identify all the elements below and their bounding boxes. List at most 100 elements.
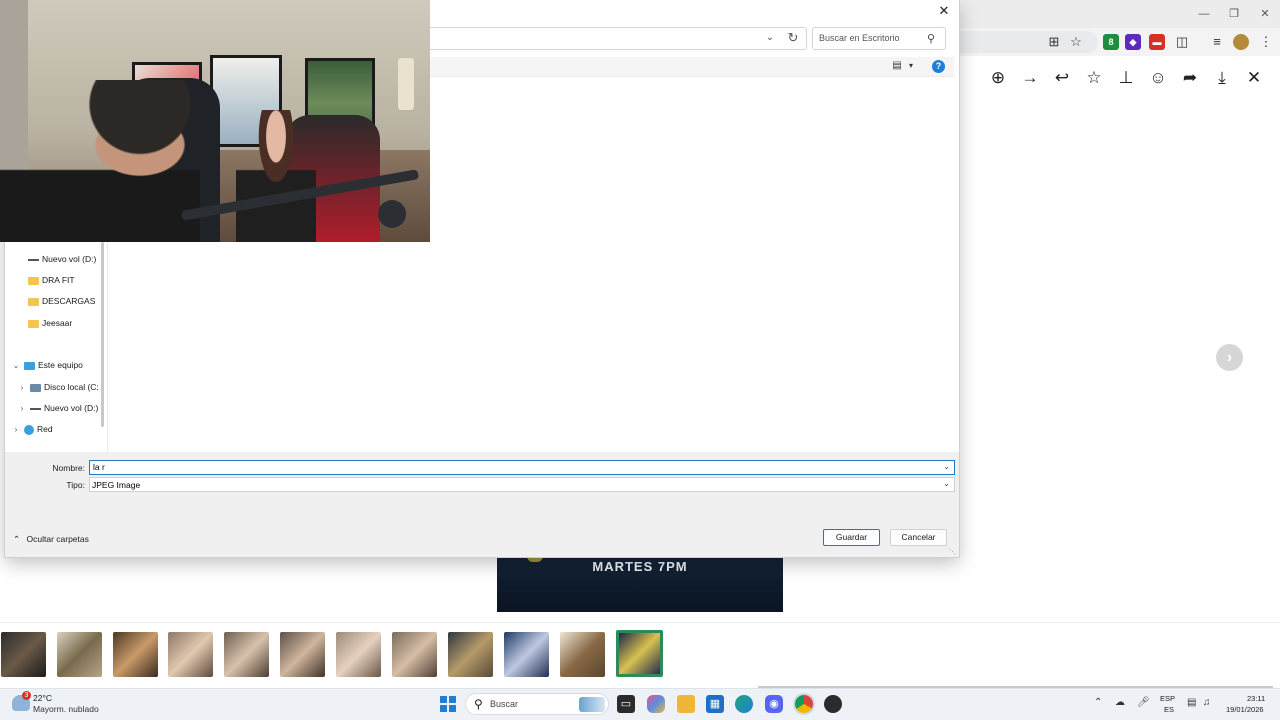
- save-button[interactable]: Guardar: [823, 529, 880, 546]
- dialog-close-icon[interactable]: ✕: [936, 2, 952, 20]
- chrome-icon[interactable]: [795, 695, 813, 713]
- zoom-in-icon[interactable]: ⊕: [988, 68, 1008, 88]
- folder-icon: [28, 319, 39, 328]
- nav-item-label: Disco local (C:: [44, 382, 99, 392]
- nav-item-nuevo-vol-d[interactable]: › Nuevo vol (D:): [18, 400, 99, 417]
- search-icon: ⚲: [474, 697, 483, 711]
- microphone-icon[interactable]: 🎤︎: [1137, 697, 1150, 708]
- chevron-down-icon[interactable]: ⌄: [943, 462, 950, 471]
- nav-item-label: Nuevo vol (D:): [44, 403, 99, 413]
- window-close-icon[interactable]: ✕: [1257, 6, 1273, 22]
- thumbnail[interactable]: [560, 632, 605, 677]
- pane-divider[interactable]: [107, 242, 108, 452]
- emoji-icon[interactable]: ☺: [1148, 68, 1168, 88]
- windows-taskbar: [0, 688, 1280, 720]
- copilot-icon[interactable]: [647, 695, 665, 713]
- close-icon[interactable]: ✕: [1244, 68, 1264, 88]
- thumbnail[interactable]: [392, 632, 437, 677]
- thumbnail-selected[interactable]: [616, 630, 663, 677]
- discord-icon[interactable]: ◉: [765, 695, 783, 713]
- resize-grip-icon[interactable]: ⋱: [949, 548, 957, 556]
- more-menu-icon[interactable]: ⋮: [1258, 34, 1274, 50]
- nav-item-red[interactable]: › Red: [12, 421, 53, 437]
- volume-icon[interactable]: ♫: [1203, 697, 1211, 708]
- nav-item-disco-local[interactable]: › Disco local (C:: [18, 379, 99, 395]
- chevron-up-icon: ⌃: [13, 534, 21, 544]
- clock-time[interactable]: 23:11: [1247, 694, 1265, 703]
- filetype-select[interactable]: JPEG Image ⌄: [89, 477, 955, 492]
- thumbnail[interactable]: [113, 632, 158, 677]
- network-icon[interactable]: ▤: [1187, 697, 1196, 708]
- filename-value: la r: [93, 462, 105, 472]
- chevron-down-icon[interactable]: ⌄: [943, 479, 950, 488]
- hide-folders-label: Ocultar carpetas: [26, 534, 89, 544]
- nav-item-descargas[interactable]: DESCARGAS: [28, 293, 95, 309]
- next-image-arrow-icon[interactable]: ›: [1216, 344, 1243, 371]
- dialog-command-bar: [425, 57, 954, 77]
- refresh-icon[interactable]: ↻: [785, 30, 801, 46]
- wall-phone: [398, 58, 414, 110]
- keyboard-layout[interactable]: ES: [1164, 705, 1174, 714]
- thumbnail[interactable]: [336, 632, 381, 677]
- folder-icon: [28, 297, 39, 306]
- pin-icon[interactable]: ⊥: [1116, 68, 1136, 88]
- view-dropdown-icon[interactable]: ▾: [906, 60, 916, 72]
- tab-search-icon[interactable]: ≡: [1209, 34, 1225, 50]
- taskbar-search-input[interactable]: ⚲ Buscar: [465, 693, 609, 715]
- view-options-icon[interactable]: ▤: [891, 60, 903, 72]
- cancel-button[interactable]: Cancelar: [890, 529, 947, 546]
- reply-icon[interactable]: ↩: [1052, 68, 1072, 88]
- clock-date[interactable]: 19/01/2026: [1226, 705, 1264, 714]
- help-icon[interactable]: ?: [932, 60, 945, 73]
- filename-input[interactable]: la r ⌄: [89, 460, 955, 475]
- extensions-puzzle-icon[interactable]: ◫: [1174, 34, 1190, 50]
- chevron-right-icon[interactable]: ›: [18, 380, 26, 396]
- minimize-icon[interactable]: —: [1196, 6, 1212, 22]
- chevron-down-icon[interactable]: ⌄: [763, 31, 777, 45]
- chevron-right-icon[interactable]: ›: [18, 401, 26, 417]
- tray-overflow-icon[interactable]: ⌃: [1094, 697, 1102, 708]
- thumbnail[interactable]: [504, 632, 549, 677]
- thumbnail[interactable]: [448, 632, 493, 677]
- extension-shield-icon[interactable]: ◆: [1125, 34, 1141, 50]
- install-icon[interactable]: ⊞: [1046, 34, 1062, 50]
- nav-item-jeesaar[interactable]: Jeesaar: [28, 315, 72, 331]
- nav-item-dra-fit[interactable]: DRA FIT: [28, 272, 75, 288]
- nav-scrollbar[interactable]: [101, 242, 104, 427]
- thumbnail[interactable]: [224, 632, 269, 677]
- weather-temperature[interactable]: 22°C: [33, 693, 52, 703]
- extension-red-icon[interactable]: ▬: [1149, 34, 1165, 50]
- tray-app-icon[interactable]: ☁: [1115, 697, 1125, 708]
- nav-item-este-equipo[interactable]: ⌄ Este equipo: [12, 357, 83, 373]
- file-explorer-icon[interactable]: [677, 695, 695, 713]
- nav-item-nuevo-vol[interactable]: Nuevo vol (D:): [28, 251, 96, 267]
- bookmark-star-icon[interactable]: ☆: [1068, 34, 1084, 50]
- input-language[interactable]: ESP: [1160, 694, 1175, 703]
- share-icon[interactable]: ➦: [1180, 68, 1200, 88]
- chevron-right-icon[interactable]: ›: [12, 422, 20, 438]
- download-icon[interactable]: ⤓: [1212, 68, 1232, 88]
- forward-icon[interactable]: →: [1020, 68, 1040, 88]
- chevron-down-icon[interactable]: ⌄: [12, 358, 20, 374]
- extension-green-icon[interactable]: 8: [1103, 34, 1119, 50]
- guest-person: [236, 110, 316, 242]
- thumbnail[interactable]: [168, 632, 213, 677]
- store-icon[interactable]: ▦: [706, 695, 724, 713]
- profile-avatar[interactable]: [1233, 34, 1249, 50]
- dialog-address-bar[interactable]: [425, 27, 807, 50]
- start-button[interactable]: [440, 696, 456, 712]
- dialog-search-input[interactable]: Buscar en Escritorio ⚲: [812, 27, 946, 50]
- star-icon[interactable]: ☆: [1084, 68, 1104, 88]
- weather-description[interactable]: Mayorm. nublado: [33, 704, 99, 714]
- app-with-badge-icon[interactable]: [824, 695, 842, 713]
- nav-item-label: Red: [37, 424, 53, 434]
- restore-icon[interactable]: ❐: [1226, 6, 1242, 22]
- thumbnail[interactable]: [1, 632, 46, 677]
- search-icon: ⚲: [927, 33, 936, 45]
- type-label: Tipo:: [66, 480, 85, 490]
- task-view-icon[interactable]: ▭: [617, 695, 635, 713]
- thumbnail[interactable]: [57, 632, 102, 677]
- edge-icon[interactable]: [735, 695, 753, 713]
- hide-folders-toggle[interactable]: ⌃ Ocultar carpetas: [13, 532, 89, 546]
- thumbnail[interactable]: [280, 632, 325, 677]
